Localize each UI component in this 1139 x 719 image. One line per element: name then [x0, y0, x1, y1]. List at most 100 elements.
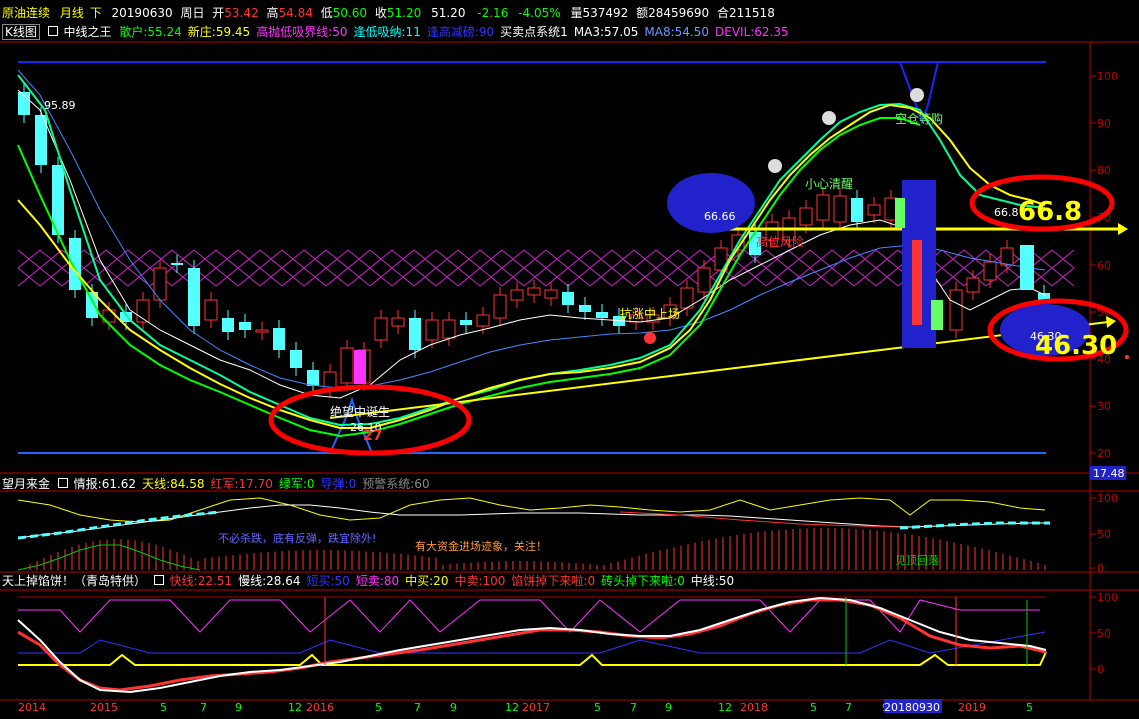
y-tick-label: 30	[1097, 400, 1111, 413]
x-tick-label: 7	[200, 701, 207, 714]
panel3-content	[17, 596, 1047, 694]
candle-body-up	[374, 317, 388, 341]
panel2-y-axis: 100 50 0	[1090, 492, 1118, 575]
x-tick-label: 7	[630, 701, 637, 714]
x-tick-label: 5	[160, 701, 167, 714]
candle-body-up	[983, 261, 997, 281]
blue-square-line	[18, 631, 1046, 654]
x-tick-label: 5	[810, 701, 817, 714]
slow-line	[17, 596, 1047, 694]
candle-body-down	[239, 322, 251, 330]
yellow-line	[17, 103, 1046, 429]
support-lines	[18, 61, 1046, 454]
x-tick-label: 2014	[18, 701, 46, 714]
left-circle-label: 66.66	[704, 210, 736, 223]
main-labels: 95.89 66.66 66.8 66.8 46.30 46.30 26.10 …	[44, 99, 1117, 444]
candle-body-up	[697, 267, 711, 293]
candle-body-down	[171, 263, 183, 265]
candle-body-up	[510, 289, 524, 301]
magenta-square-line	[18, 599, 1040, 633]
candle-body-up	[527, 287, 541, 296]
x-tick-label: 9	[450, 701, 457, 714]
x-tick-label: 12	[288, 701, 302, 714]
no-kill-text: 不必杀跌，底有反弹，跌宜除外!	[218, 531, 376, 545]
y-tick-label: 0	[1097, 562, 1104, 575]
green-line	[17, 544, 201, 571]
x-tick-label: 9	[665, 701, 672, 714]
panel2-content: 不必杀跌，底有反弹，跌宜除外! 有大资金进场迹象，关注！ 见顶回落	[17, 497, 1050, 571]
y-tick-label: 100	[1097, 70, 1118, 83]
candle-body-down	[851, 198, 863, 222]
x-tick-label: 5	[594, 701, 601, 714]
red-dot	[644, 332, 656, 344]
x-tick-label: 12	[718, 701, 732, 714]
candle-body-up	[425, 319, 439, 341]
smiley-icon	[822, 111, 836, 125]
x-tick-label: 2015	[90, 701, 118, 714]
careful-text: 小心清醒	[805, 177, 853, 191]
candle-body-down	[460, 320, 472, 325]
candle-body-down	[290, 350, 302, 368]
candle-body-down	[562, 292, 574, 305]
smiley-icon	[768, 159, 782, 173]
despair-text: 绝望中诞生	[330, 404, 390, 419]
smiley-icon	[910, 88, 924, 102]
top-back-text: 见顶回落	[895, 554, 939, 567]
candle-body-up	[867, 204, 881, 216]
candle-body-up	[442, 319, 456, 339]
x-tick-label: 2017	[522, 701, 550, 714]
x-tick-label: 7	[414, 701, 421, 714]
candle-body-down	[222, 318, 234, 332]
candle-body-up	[476, 314, 490, 327]
candle-body-up	[949, 289, 963, 331]
y-tick-label: 0	[1097, 663, 1104, 676]
candle-body-up	[799, 207, 813, 226]
signal-candle	[354, 350, 366, 384]
chart-canvas[interactable]: 1009080706050403020 95.89 66.66 66.8 66.…	[0, 0, 1139, 719]
candle-body-down	[596, 312, 608, 318]
candle-body-up	[544, 289, 558, 299]
x-tick-label: 9	[235, 701, 242, 714]
candle-body-up	[255, 329, 269, 333]
x-tick-label: 7	[845, 701, 852, 714]
x-tick-label: 20180930	[884, 701, 940, 714]
y-tick-label: 80	[1097, 164, 1111, 177]
candle-body-up	[493, 294, 507, 319]
x-tick-label: 2018	[740, 701, 768, 714]
x-tick-label: 2019	[958, 701, 986, 714]
svg-text:17.48: 17.48	[1093, 467, 1125, 480]
candle-body-down	[188, 268, 200, 326]
y-tick-label: 100	[1097, 591, 1118, 604]
last-price-tag: 17.48	[1090, 466, 1126, 480]
big-bottom-value: 46.30	[1035, 331, 1117, 361]
candle-body-down	[69, 238, 81, 290]
trend-arrow-upper	[1118, 223, 1128, 235]
candle-body-down	[307, 370, 319, 386]
y-tick-label: 50	[1097, 528, 1111, 541]
candle-body-down	[409, 318, 421, 350]
trend-arrow-lower	[1106, 316, 1116, 328]
candle-body-up	[391, 317, 405, 327]
bottom-red-label: 27	[363, 428, 382, 444]
candle-body-up	[204, 299, 218, 321]
time-axis: 2014201557912201657912201757912201857920…	[18, 699, 1033, 714]
x-tick-label: 2016	[306, 701, 334, 714]
big-top-value: 66.8	[1018, 197, 1082, 227]
empty-text: 空仓等购	[895, 111, 943, 126]
candle-body-up	[966, 277, 980, 293]
yellow-square-line	[18, 651, 1047, 666]
y-tick-label: 100	[1097, 492, 1118, 505]
indicator-lines	[17, 69, 1128, 438]
y-tick-label: 90	[1097, 117, 1111, 130]
y-tick-label: 50	[1097, 627, 1111, 640]
left-blue-ellipse	[667, 173, 755, 233]
candle-body-down	[579, 305, 591, 312]
candle-body-up	[833, 195, 847, 223]
risk-text: 高位风险	[756, 234, 804, 249]
candle-body-up	[816, 194, 830, 221]
peak-label: 95.89	[44, 99, 76, 112]
candle-body-down	[273, 328, 285, 350]
cyan-dash-line-right	[899, 521, 1050, 530]
funds-text: 有大资金进场迹象，关注！	[415, 539, 547, 553]
y-tick-label: 60	[1097, 259, 1111, 272]
